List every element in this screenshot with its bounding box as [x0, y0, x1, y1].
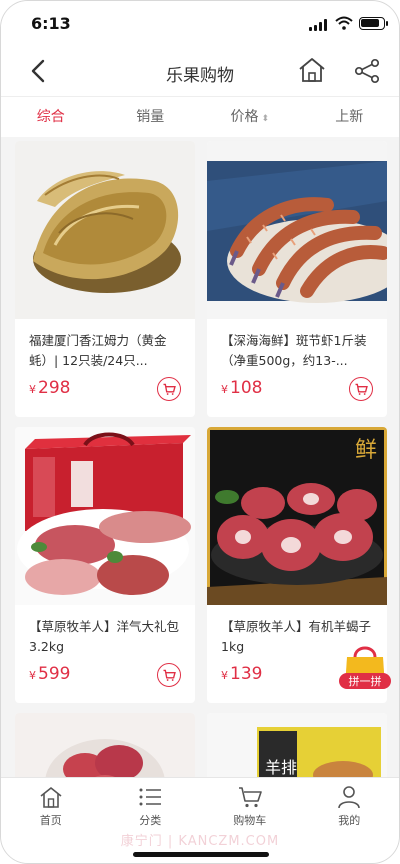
tabbar-profile-label: 我的 [338, 814, 361, 827]
tab-new[interactable]: 上新 [300, 97, 400, 137]
add-to-cart-icon[interactable] [349, 377, 373, 401]
tab-price-label: 价格 [230, 109, 259, 125]
tabbar-profile[interactable]: 我的 [300, 784, 400, 863]
group-buy-icon[interactable]: 拼一拼 [339, 639, 391, 693]
list-icon [139, 788, 162, 806]
add-to-cart-icon[interactable] [157, 663, 181, 687]
currency-symbol: ¥ [221, 383, 228, 396]
tab-sales[interactable]: 销量 [101, 97, 201, 137]
product-price: ¥599 [29, 664, 70, 684]
product-card[interactable]: 【深海海鲜】斑节虾1斤装（净重500g，约13-... ¥108 [207, 141, 387, 417]
bottom-tab-bar: 首页 分类 购物车 我的 康宁门 | KANCZM.COM [1, 777, 399, 863]
price-value: 599 [38, 664, 71, 684]
battery-icon [359, 17, 388, 30]
product-name: 福建厦门香江姆力（黄金蚝）| 12只装/24只... [29, 333, 167, 368]
home-icon [40, 787, 62, 808]
add-to-cart-icon[interactable] [157, 377, 181, 401]
currency-symbol: ¥ [29, 383, 36, 396]
product-price: ¥298 [29, 378, 70, 398]
price-value: 298 [38, 378, 71, 398]
oyster-image [15, 141, 195, 319]
nav-bar: 乐果购物 [1, 45, 399, 97]
page-title: 乐果购物 [166, 66, 234, 86]
product-card[interactable]: 福建厦门香江姆力（黄金蚝）| 12只装/24只... ¥298 [15, 141, 195, 417]
tabbar-category-label: 分类 [139, 814, 162, 827]
lamb-box-label: 羊排 [265, 758, 297, 777]
tab-overall-label: 综合 [36, 109, 65, 125]
tab-sales-label: 销量 [136, 109, 165, 125]
user-icon [338, 786, 361, 809]
tabbar-home[interactable]: 首页 [1, 784, 101, 863]
share-icon[interactable] [353, 57, 381, 85]
home-indicator [133, 852, 269, 857]
status-time: 6:13 [31, 14, 71, 33]
sort-tabs: 综合 销量 价格 ⬍ 上新 [1, 97, 399, 137]
product-name: 【草原牧羊人】洋气大礼包3.2kg [29, 619, 180, 654]
wifi-icon [335, 16, 353, 30]
shrimp-image [207, 141, 387, 319]
status-bar: 6:13 [1, 1, 399, 45]
tabbar-home-label: 首页 [39, 814, 62, 827]
tabbar-cart-label: 购物车 [233, 814, 267, 827]
product-price: ¥108 [221, 378, 262, 398]
svg-text:鲜: 鲜 [355, 438, 377, 463]
gift-box-image [15, 427, 195, 605]
phone-screen: 6:13 乐果购物 综合 销量 价格 ⬍ 上新 福建厦门香江姆力（黄金蚝）| 1… [0, 0, 400, 864]
watermark: 康宁门 | KANCZM.COM [120, 834, 280, 849]
product-card[interactable]: 【草原牧羊人】洋气大礼包3.2kg ¥599 [15, 427, 195, 703]
tab-price[interactable]: 价格 ⬍ [200, 97, 300, 137]
lamb-spine-image: 鲜 [207, 427, 387, 605]
price-value: 139 [230, 664, 263, 684]
tab-overall[interactable]: 综合 [1, 97, 101, 137]
product-name: 【深海海鲜】斑节虾1斤装（净重500g，约13-... [221, 333, 367, 368]
group-buy-label: 拼一拼 [349, 674, 382, 688]
currency-symbol: ¥ [29, 669, 36, 682]
sort-arrows-icon: ⬍ [261, 114, 270, 124]
cart-icon [238, 787, 262, 808]
currency-symbol: ¥ [221, 669, 228, 682]
tab-new-label: 上新 [335, 109, 364, 125]
product-price: ¥139 [221, 664, 262, 684]
signal-icon [309, 19, 329, 31]
home-icon[interactable] [297, 55, 327, 85]
price-value: 108 [230, 378, 263, 398]
